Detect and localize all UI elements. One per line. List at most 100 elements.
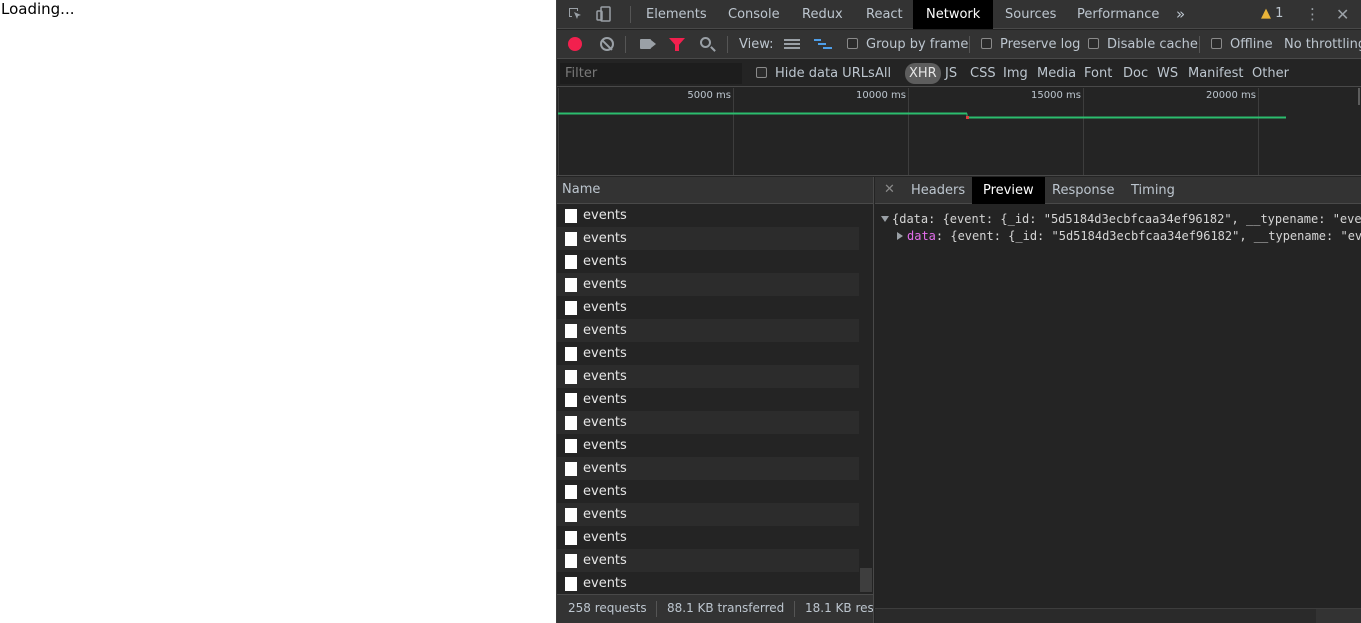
status-separator [794,601,795,617]
document-icon [565,323,577,338]
filter-type-css[interactable]: CSS [970,63,996,84]
requests-scrollbar-thumb[interactable] [860,568,872,592]
request-row[interactable]: events [557,342,859,365]
group-by-frame-label: Group by frame [866,37,969,52]
close-detail-icon[interactable]: ✕ [884,182,895,197]
close-devtools-icon[interactable]: ✕ [1336,0,1349,29]
preview-data-node[interactable]: data: {event: {_id: "5d5184d3ecbfcaa34ef… [897,229,1361,243]
document-icon [565,369,577,384]
request-name: events [583,369,627,384]
document-icon [565,484,577,499]
filter-type-media[interactable]: Media [1037,63,1076,84]
document-icon [565,300,577,315]
hide-data-urls-label: Hide data URLs [775,66,875,81]
request-row[interactable]: events [557,388,859,411]
request-row[interactable]: events [557,365,859,388]
request-name: events [583,553,627,568]
filter-type-xhr[interactable]: XHR [905,63,941,84]
hide-data-urls-checkbox[interactable] [756,67,767,78]
collapse-arrow-icon[interactable] [897,232,903,240]
request-row[interactable]: events [557,411,859,434]
request-row[interactable]: events [557,296,859,319]
request-row[interactable]: events [557,480,859,503]
scrollbar-corner [1316,609,1361,623]
document-icon [565,530,577,545]
filter-type-ws[interactable]: WS [1157,63,1178,84]
device-toolbar-icon[interactable] [595,5,613,23]
filter-type-font[interactable]: Font [1084,63,1112,84]
requests-scrollbar[interactable] [859,204,873,594]
more-options-icon[interactable]: ⋮ [1305,0,1320,29]
document-icon [565,507,577,522]
tab-network[interactable]: Network [913,0,994,29]
request-row[interactable]: events [557,227,859,250]
requests-list: events events events events events events even… [557,204,874,594]
network-status-bar: 258 requests 88.1 KB transferred 18.1 KB… [557,594,874,623]
screenshot-camera-icon[interactable] [640,39,656,49]
filter-input[interactable] [560,63,742,84]
disable-cache-checkbox[interactable] [1088,38,1099,49]
tab-redux[interactable]: Redux [802,0,843,29]
tab-performance[interactable]: Performance [1077,0,1159,29]
search-icon[interactable] [700,37,711,48]
request-row[interactable]: events [557,526,859,549]
warning-icon: ▲ [1261,6,1271,21]
preserve-log-checkbox[interactable] [981,38,992,49]
group-by-frame-checkbox[interactable] [847,38,858,49]
filter-funnel-icon[interactable] [669,38,685,51]
preview-horizontal-scrollbar[interactable] [875,608,1361,623]
requests-column-header[interactable]: Name [557,177,874,204]
overview-activity-graph [558,88,1360,119]
document-icon [565,576,577,591]
preview-root-node[interactable]: {data: {event: {_id: "5d5184d3ecbfcaa34e… [881,212,1361,226]
request-row[interactable]: events [557,572,859,594]
waterfall-view-icon[interactable] [814,38,832,51]
request-row[interactable]: events [557,549,859,572]
filter-type-all[interactable]: All [875,63,891,84]
toolbar-separator [625,36,626,53]
tab-sources[interactable]: Sources [1005,0,1056,29]
filter-type-manifest[interactable]: Manifest [1188,63,1243,84]
requests-count: 258 requests [568,601,647,615]
request-name: events [583,346,627,361]
preview-data-key: data [907,229,936,243]
request-name: events [583,507,627,522]
request-row[interactable]: events [557,204,859,227]
filter-type-js[interactable]: JS [945,63,957,84]
tab-preview[interactable]: Preview [972,177,1045,204]
request-name: events [583,415,627,430]
document-icon [565,231,577,246]
list-view-icon[interactable] [784,39,800,50]
tab-timing[interactable]: Timing [1131,177,1175,204]
request-row[interactable]: events [557,319,859,342]
tab-react[interactable]: React [866,0,903,29]
filter-type-other[interactable]: Other [1252,63,1289,84]
request-row[interactable]: events [557,434,859,457]
tab-console[interactable]: Console [728,0,780,29]
filter-type-img[interactable]: Img [1003,63,1028,84]
request-row[interactable]: events [557,457,859,480]
tab-elements[interactable]: Elements [646,0,707,29]
document-icon [565,392,577,407]
network-overview-timeline[interactable]: 5000 ms 10000 ms 15000 ms 20000 ms [557,88,1361,176]
request-name: events [583,300,627,315]
expand-arrow-icon[interactable] [881,216,889,222]
preview-scrollbar-track[interactable] [875,611,1315,621]
request-row[interactable]: events [557,503,859,526]
request-row[interactable]: events [557,250,859,273]
request-row[interactable]: events [557,273,859,296]
offline-checkbox[interactable] [1211,38,1222,49]
tab-response[interactable]: Response [1052,177,1114,204]
filter-type-doc[interactable]: Doc [1123,63,1148,84]
request-name: events [583,461,627,476]
clear-icon[interactable] [600,37,614,51]
view-label: View: [739,37,774,52]
document-icon [565,208,577,223]
inspect-element-icon[interactable] [566,5,584,23]
throttling-select[interactable]: No throttling [1284,30,1361,59]
page-loading-text: Loading... [1,0,75,18]
tab-headers[interactable]: Headers [911,177,965,204]
record-icon[interactable] [568,37,582,51]
warning-indicator[interactable]: ▲ 1 [1261,6,1283,21]
chevron-double-right-icon[interactable]: » [1176,0,1185,29]
